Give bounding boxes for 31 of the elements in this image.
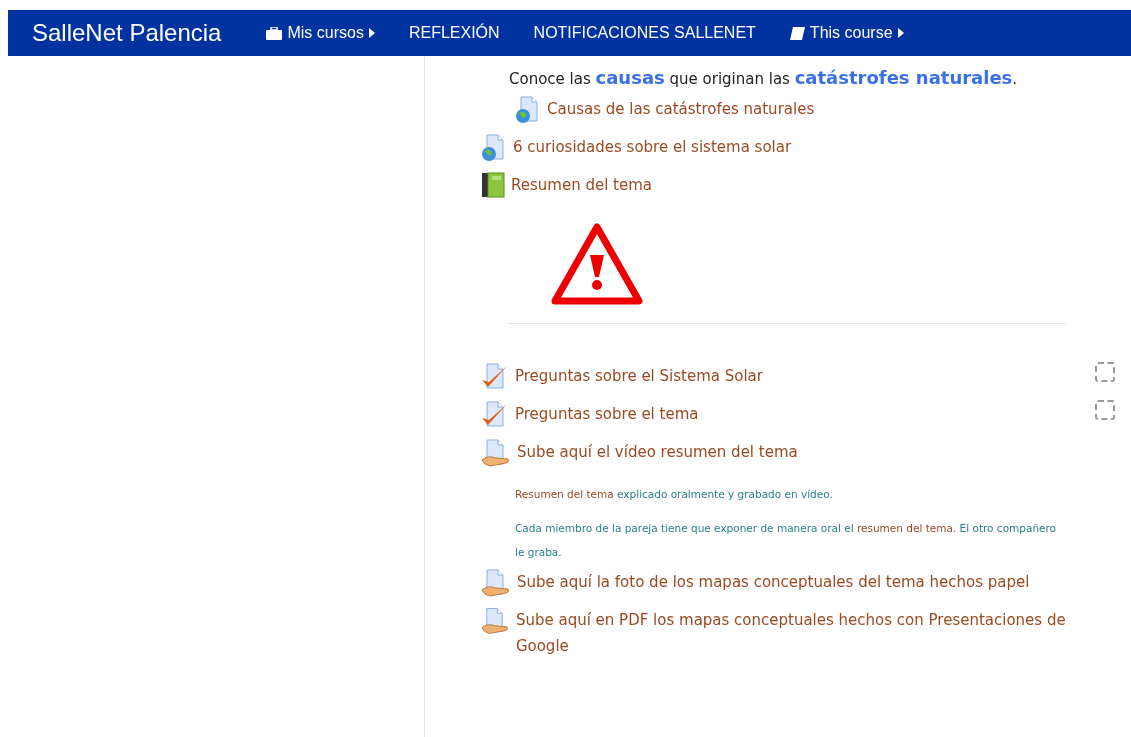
activity-link[interactable]: Sube aquí la foto de los mapas conceptuales del tema hechos papel	[517, 569, 1030, 595]
globe-document-icon	[515, 96, 541, 124]
completion-checkbox[interactable]	[1095, 362, 1115, 382]
activity-description: Cada miembro de la pareja tiene que exponer de manera oral el resumen del tema. El otro compañero le graba.	[515, 521, 1057, 560]
activity-link[interactable]: Sube aquí el vídeo resumen del tema	[517, 439, 798, 465]
nav-menu-item[interactable]: Mis cursos	[249, 24, 392, 42]
activity-link[interactable]: Preguntas sobre el tema	[515, 401, 699, 427]
intro-text: Conoce las causas que originan las catástrofes naturales.	[509, 66, 1019, 90]
globe-document-icon	[481, 134, 507, 162]
completion-checkbox[interactable]	[1095, 400, 1115, 420]
caret-icon	[368, 28, 375, 38]
nav-menu-item[interactable]: NOTIFICACIONES SALLENET	[516, 24, 773, 42]
briefcase-icon	[266, 26, 283, 40]
caret-icon	[897, 28, 904, 38]
activity-link[interactable]: Sube aquí en PDF los mapas conceptuales hechos con Presentaciones de Google	[515, 607, 1101, 659]
checkmark-document-icon	[481, 363, 509, 391]
hand-document-icon	[481, 439, 511, 467]
activity-description: Resumen del tema explicado oralmente y grabado en vídeo.	[515, 487, 834, 502]
nav-menu-item[interactable]: REFLEXIÓN	[391, 24, 517, 42]
hand-document-icon	[481, 607, 510, 635]
activity-link[interactable]: 6 curiosidades sobre el sistema solar	[513, 134, 792, 160]
book-icon	[481, 172, 505, 198]
site-brand[interactable]: SalleNet Palencia	[8, 19, 250, 47]
warning-icon	[551, 223, 643, 305]
activity-link[interactable]: Causas de las catástrofes naturales	[547, 96, 815, 122]
activity-link[interactable]: Resumen del tema	[511, 172, 652, 198]
activity-link[interactable]: Preguntas sobre el Sistema Solar	[515, 363, 763, 389]
book-icon	[789, 26, 805, 40]
checkmark-document-icon	[481, 401, 509, 429]
nav-menu-item[interactable]: This course	[772, 24, 921, 42]
hand-document-icon	[481, 569, 511, 597]
